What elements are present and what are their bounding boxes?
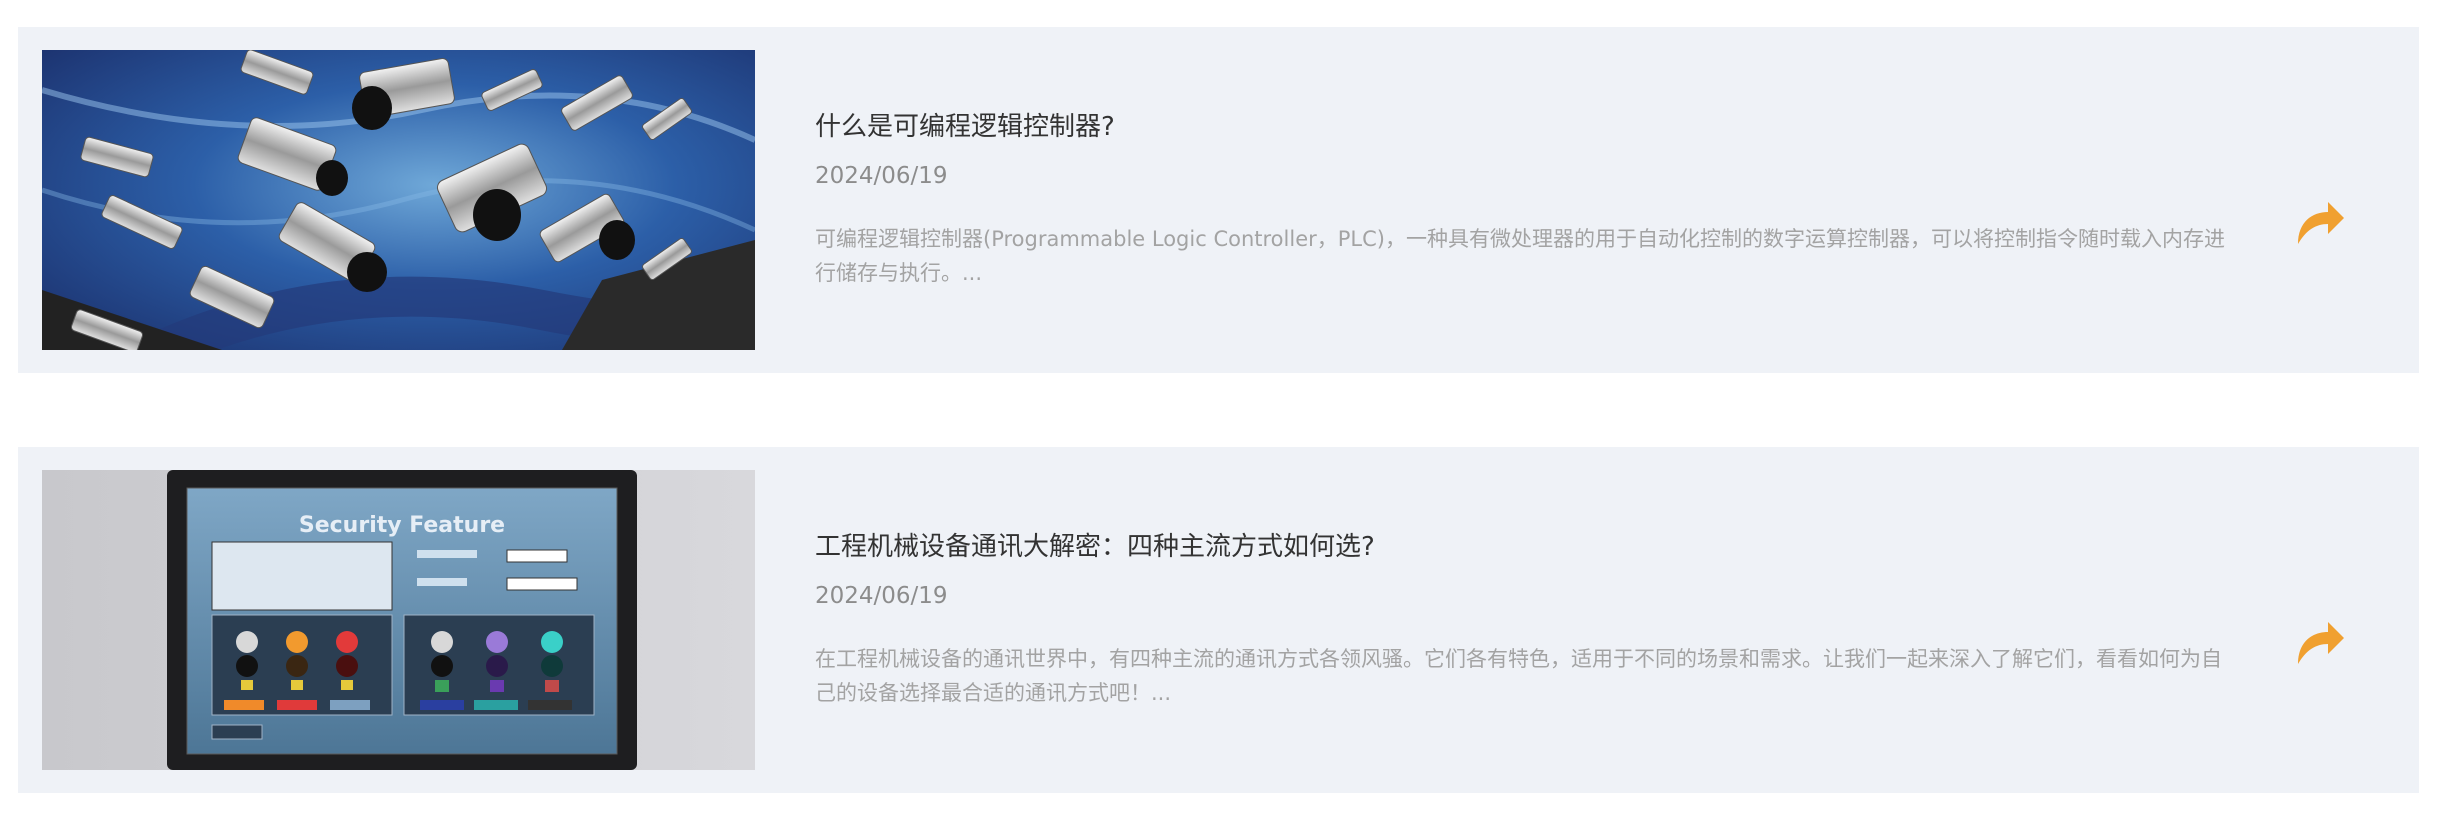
article-date: 2024/06/19 bbox=[815, 583, 948, 609]
article-card[interactable]: 什么是可编程逻辑控制器? 2024/06/19 可编程逻辑控制器(Program… bbox=[18, 27, 2419, 373]
share-arrow-icon[interactable] bbox=[2288, 612, 2348, 672]
share-arrow-icon[interactable] bbox=[2288, 192, 2348, 252]
article-title[interactable]: 工程机械设备通讯大解密：四种主流方式如何选? bbox=[815, 529, 2215, 565]
article-excerpt: 在工程机械设备的通讯世界中，有四种主流的通讯方式各领风骚。它们各有特色，适用于不… bbox=[815, 647, 2222, 705]
article-excerpt: 可编程逻辑控制器(Programmable Logic Controller，P… bbox=[815, 227, 2225, 285]
article-title[interactable]: 什么是可编程逻辑控制器? bbox=[815, 109, 2215, 145]
article-date: 2024/06/19 bbox=[815, 163, 948, 189]
article-card[interactable]: Security Feature 工程机械设备通讯大解密：四种主流方式如何选? … bbox=[18, 447, 2419, 793]
screen-title: Security Feature bbox=[299, 513, 505, 538]
article-thumbnail[interactable]: Security Feature bbox=[42, 470, 755, 770]
article-thumbnail[interactable] bbox=[42, 50, 755, 350]
hmi-touch-panel-image: Security Feature bbox=[42, 470, 755, 770]
article-list: 什么是可编程逻辑控制器? 2024/06/19 可编程逻辑控制器(Program… bbox=[0, 0, 2439, 819]
proximity-sensors-image bbox=[42, 50, 755, 350]
